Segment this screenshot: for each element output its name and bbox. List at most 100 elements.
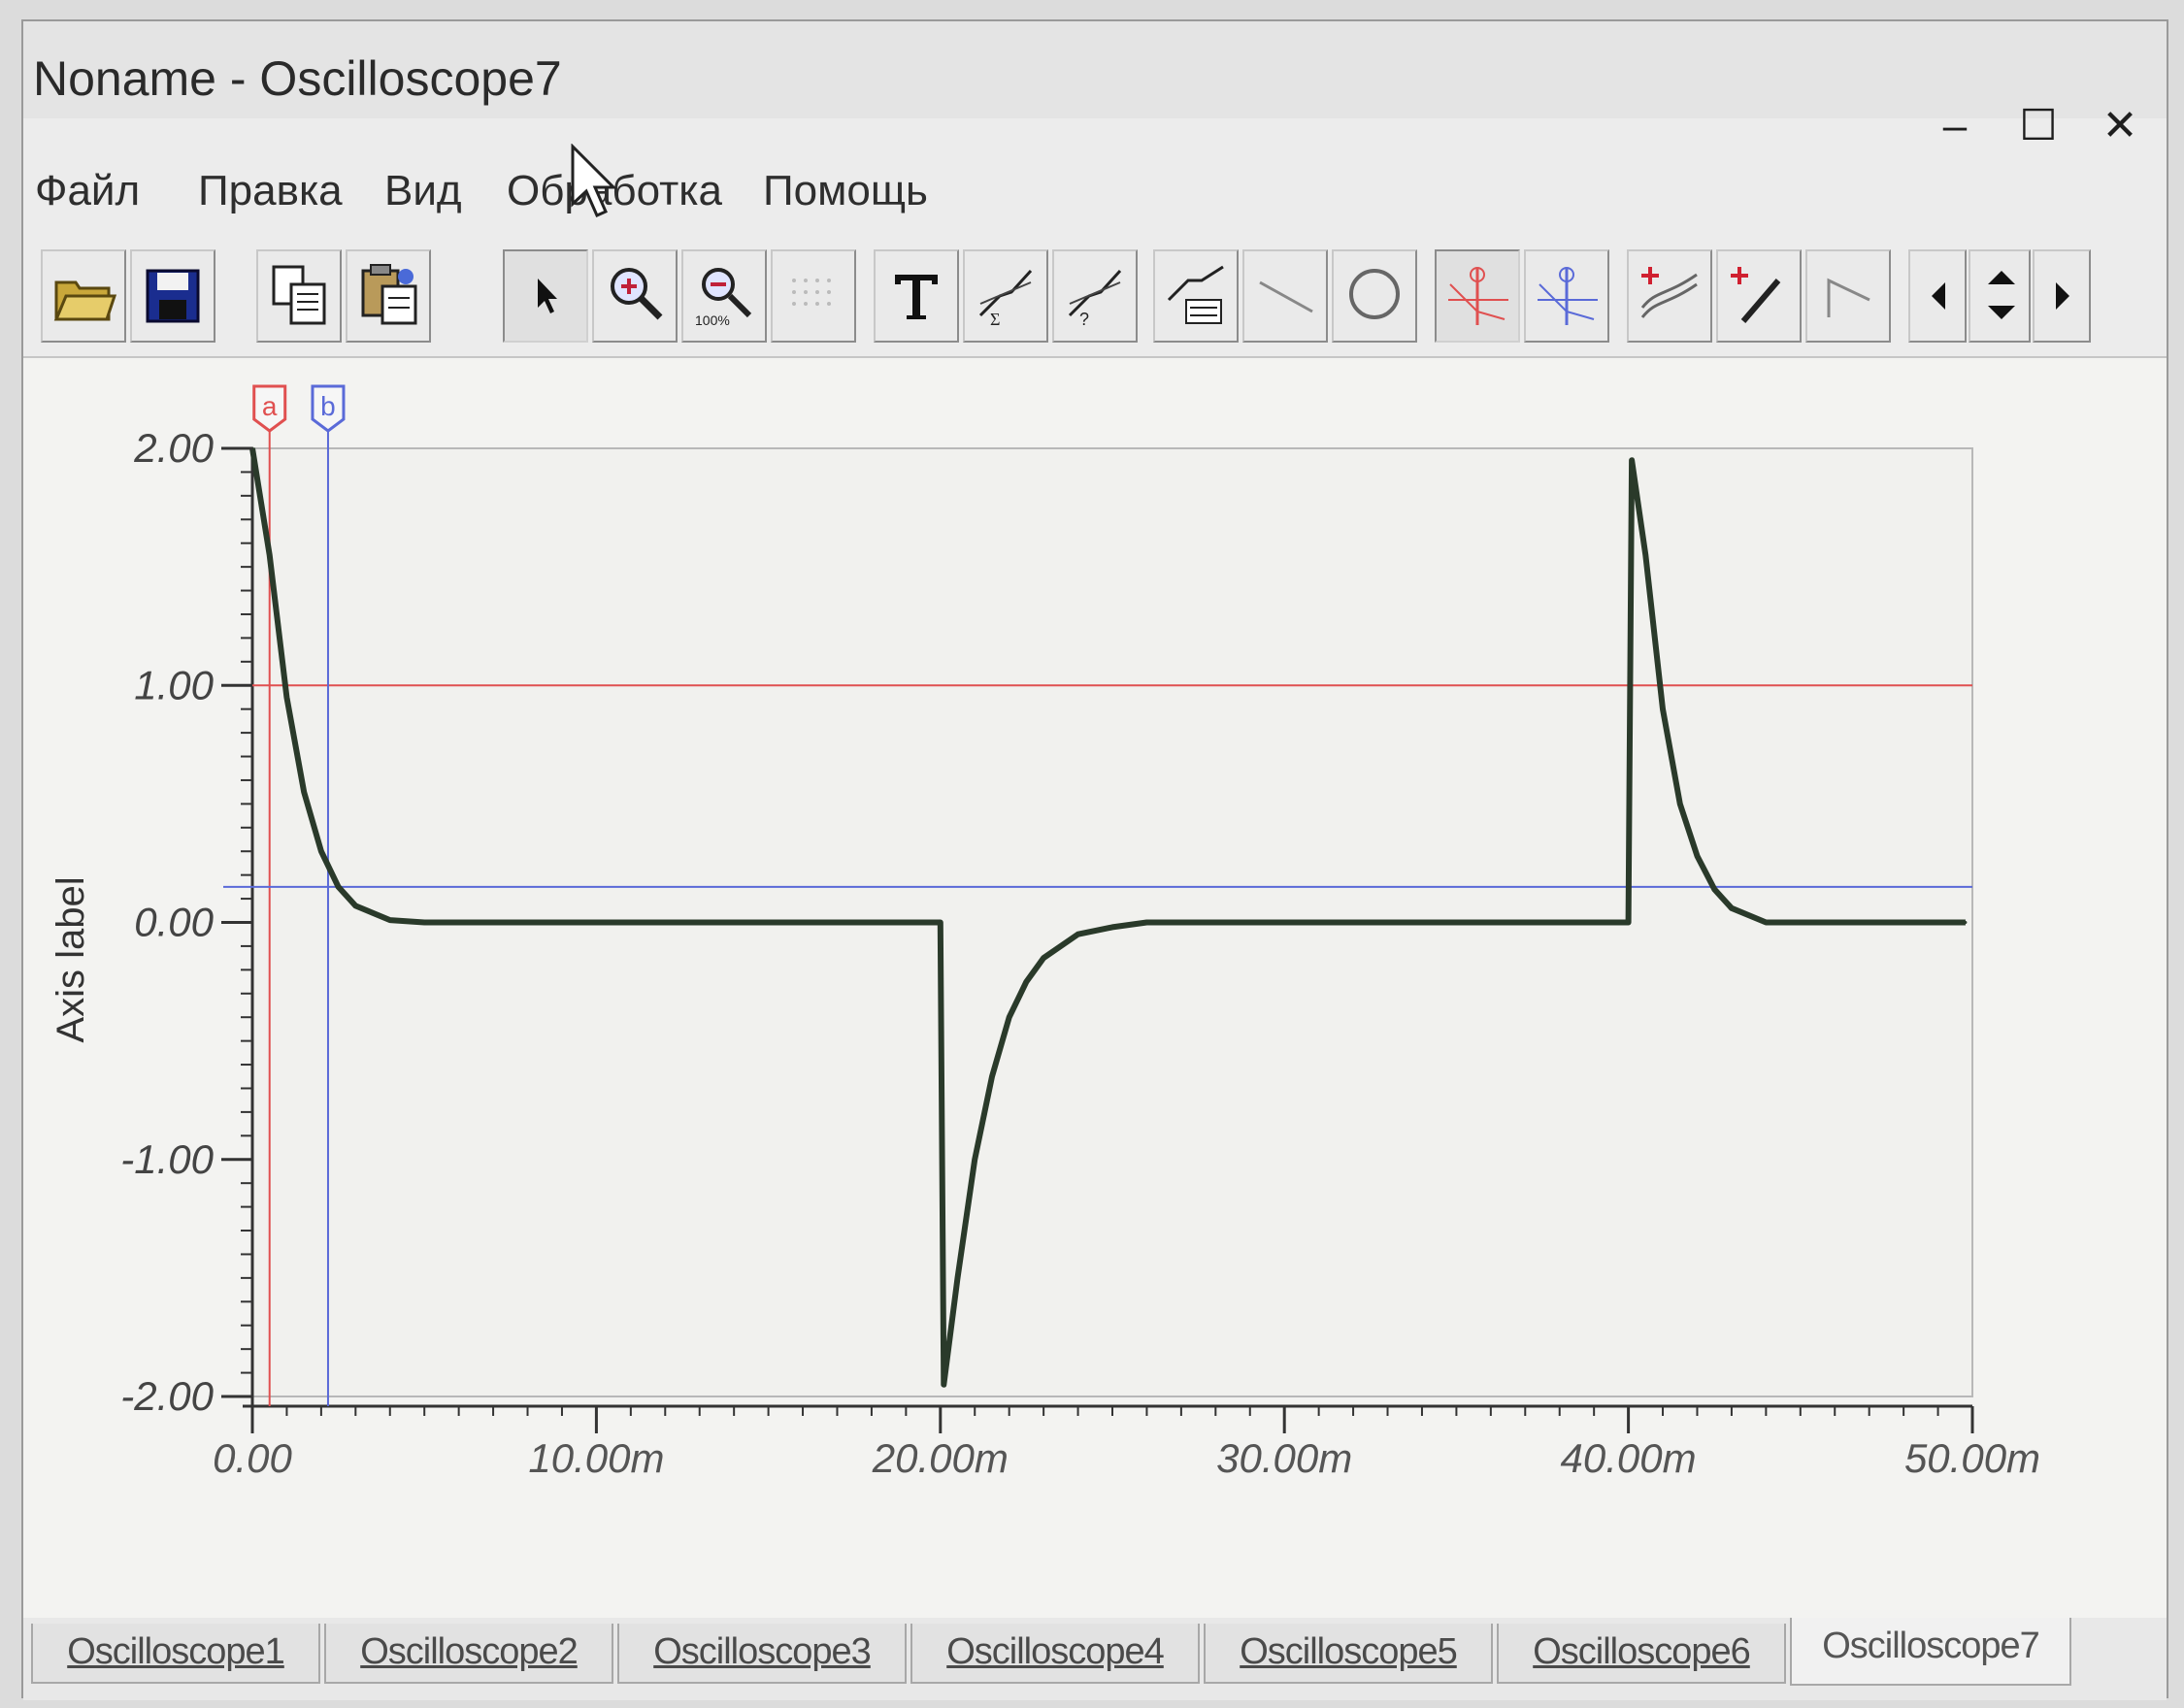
minimize-button[interactable]: – [1926,97,1984,155]
cursor-b-icon [1538,267,1598,325]
data-point [990,1074,994,1078]
zoom-100-button[interactable]: 100% [681,249,767,343]
cursor-a-icon [1448,267,1508,325]
data-point [1643,553,1647,557]
data-point [956,1276,960,1280]
ramp-button[interactable] [1805,249,1891,343]
measure-y-icon: ? [1068,269,1122,329]
save-button[interactable] [130,249,215,343]
measure-table-button[interactable] [1153,249,1239,343]
data-point [1678,802,1682,805]
svg-text:?: ? [1079,310,1089,329]
data-point [353,903,357,907]
window-title: Noname - Oscilloscope7 [33,51,562,106]
oscilloscope-chart[interactable]: a b 2.00 1.00 0.00 -1.00 -2.00 0.00 10.00m 20.00… [23,358,2170,1620]
y-tick-label: -1.00 [120,1136,214,1182]
x-tick-label: 30.00m [1216,1435,1352,1481]
add-trace-button[interactable] [1627,249,1712,343]
ramp-icon [1827,278,1870,317]
line-tool-button[interactable] [1242,249,1328,343]
plot-area: a b 2.00 1.00 0.00 -1.00 -2.00 0.00 10.00m 20.00… [23,356,2167,1620]
tab-oscilloscope2[interactable]: Oscilloscope2 [324,1624,613,1684]
data-point [942,1383,945,1387]
data-point [939,921,943,924]
data-point [1110,925,1114,929]
data-point [284,695,288,699]
toolbar: 100% Σ ? [37,240,2108,356]
copy-button[interactable] [256,249,342,343]
grid-button[interactable] [771,249,856,343]
zoom-in-button[interactable] [592,249,678,343]
data-point [1144,921,1148,924]
tab-oscilloscope6[interactable]: Oscilloscope6 [1497,1624,1786,1684]
scroll-left-button[interactable] [1908,249,1967,343]
menu-edit[interactable]: Правка [198,167,343,215]
paste-button[interactable] [346,249,431,343]
data-point [1661,707,1665,711]
close-button[interactable]: ✕ [2091,97,2149,155]
data-point [1630,458,1634,462]
tab-bar: Oscilloscope1 Oscilloscope2 Oscilloscope… [23,1618,2167,1700]
data-point [1042,956,1045,960]
menu-view[interactable]: Вид [384,167,462,215]
zoom-in-icon [611,268,663,320]
data-point [268,553,272,557]
scroll-right-button[interactable] [2033,249,2091,343]
menu-help[interactable]: Помощь [763,167,928,215]
arrow-left-icon [1932,282,1945,310]
x-tick-label: 50.00m [1904,1435,2040,1481]
cursor-a-button[interactable] [1435,249,1520,343]
data-point [1076,933,1080,936]
y-tick-label: 2.00 [133,425,214,471]
measure-y-button[interactable]: ? [1052,249,1138,343]
tab-oscilloscope7[interactable]: Oscilloscope7 [1790,1618,2071,1686]
menu-file[interactable]: Файл [35,167,140,215]
maximize-button[interactable]: ☐ [2009,97,2068,155]
x-tick-label: 40.00m [1561,1435,1697,1481]
tab-oscilloscope1[interactable]: Oscilloscope1 [31,1624,320,1684]
open-button[interactable] [41,249,126,343]
data-point [973,1158,976,1162]
data-point [1730,906,1734,910]
mouse-pointer-icon [571,144,617,217]
x-tick-label: 0.00 [213,1435,292,1481]
data-point [1964,921,1968,924]
save-disk-icon [146,269,200,323]
circle-icon [1349,269,1400,319]
data-point [1008,1015,1011,1019]
measure-x-icon: Σ [978,269,1033,329]
grid-icon [792,279,831,306]
title-bar: Noname - Oscilloscope7 – ☐ ✕ [23,21,2167,149]
data-point [1627,921,1631,924]
tab-oscilloscope4[interactable]: Oscilloscope4 [910,1624,1200,1684]
pick-point-button[interactable] [1716,249,1802,343]
zoom-100-label: 100% [695,312,730,328]
measure-x-button[interactable]: Σ [963,249,1048,343]
data-point [1764,921,1768,924]
svg-text:Σ: Σ [990,310,1000,329]
arrow-up-down-icon [1988,271,2015,319]
text-tool-button[interactable] [874,249,959,343]
data-point [422,921,426,924]
data-point [388,918,392,922]
add-trace-icon [1640,267,1698,318]
measure-table-icon [1167,265,1224,324]
select-tool-button[interactable] [503,249,588,343]
cursor-b-button[interactable] [1524,249,1609,343]
copy-icon [272,265,326,325]
circle-tool-button[interactable] [1332,249,1417,343]
paste-icon [361,264,417,325]
y-axis-label: Axis label [50,876,92,1042]
app-window: Noname - Oscilloscope7 – ☐ ✕ Файл Правка… [21,19,2168,1700]
x-tick-label: 10.00m [528,1435,664,1481]
tab-oscilloscope3[interactable]: Oscilloscope3 [617,1624,907,1684]
y-tick-label: 0.00 [134,900,214,945]
open-folder-icon [53,280,117,321]
pick-point-icon [1731,267,1781,323]
data-point [302,790,306,794]
y-tick-label: -2.00 [120,1373,214,1419]
x-tick-label: 20.00m [872,1435,1009,1481]
scroll-up-down-button[interactable] [1969,249,2031,343]
tab-oscilloscope5[interactable]: Oscilloscope5 [1204,1624,1493,1684]
arrow-right-icon [2056,282,2069,310]
